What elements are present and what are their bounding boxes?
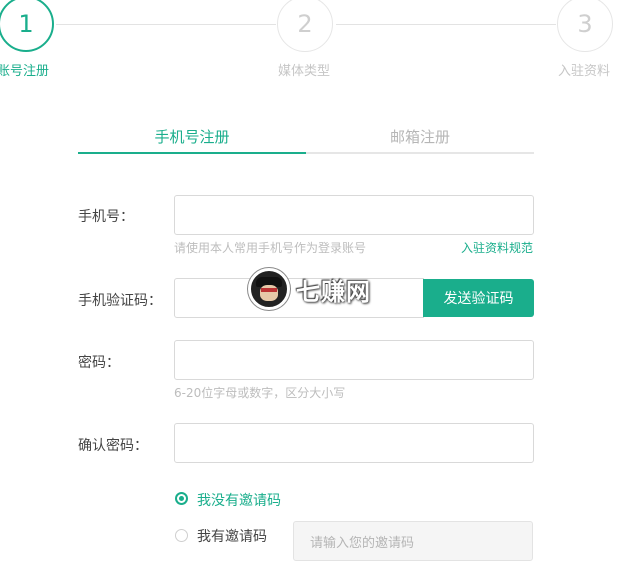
tab-divider — [306, 152, 534, 154]
step-1-label: 账号注册 — [0, 64, 50, 79]
step-2-label: 媒体类型 — [278, 64, 331, 79]
step-3-label: 入驻资料 — [558, 64, 611, 79]
tab-active-indicator — [78, 152, 306, 154]
tab-email-register[interactable]: 邮箱注册 — [306, 126, 534, 147]
step-2-circle: 2 — [277, 0, 333, 52]
watermark-logo-icon — [248, 268, 290, 310]
step-1-circle: 1 — [0, 0, 54, 52]
confirm-password-label: 确认密码： — [78, 438, 148, 454]
password-input[interactable] — [174, 340, 534, 380]
radio-no-invite-label[interactable]: 我没有邀请码 — [197, 490, 281, 510]
phone-hint: 请使用本人常用手机号作为登录账号 — [174, 241, 367, 255]
send-code-button[interactable]: 发送验证码 — [423, 279, 534, 317]
radio-no-invite[interactable] — [175, 492, 188, 505]
step-connector — [56, 24, 276, 25]
code-label: 手机验证码： — [78, 293, 162, 309]
rules-link[interactable]: 入驻资料规范 — [461, 239, 533, 256]
confirm-password-input[interactable] — [174, 423, 534, 463]
password-label: 密码： — [78, 355, 120, 371]
tab-phone-register[interactable]: 手机号注册 — [78, 126, 306, 147]
watermark: 七赚网 — [248, 268, 371, 310]
invite-code-input[interactable]: 请输入您的邀请码 — [293, 521, 533, 561]
step-2-number: 2 — [297, 10, 313, 38]
radio-has-invite-label[interactable]: 我有邀请码 — [197, 526, 267, 546]
step-3-number: 3 — [577, 10, 593, 38]
watermark-text: 七赚网 — [296, 277, 371, 306]
step-1-number: 1 — [18, 10, 34, 38]
phone-input[interactable] — [174, 195, 534, 235]
radio-has-invite[interactable] — [175, 529, 188, 542]
step-connector — [336, 24, 556, 25]
invite-code-placeholder: 请输入您的邀请码 — [310, 535, 415, 551]
step-3-circle: 3 — [557, 0, 613, 52]
password-hint: 6-20位字母或数字，区分大小写 — [174, 386, 346, 400]
phone-label: 手机号： — [78, 209, 134, 225]
